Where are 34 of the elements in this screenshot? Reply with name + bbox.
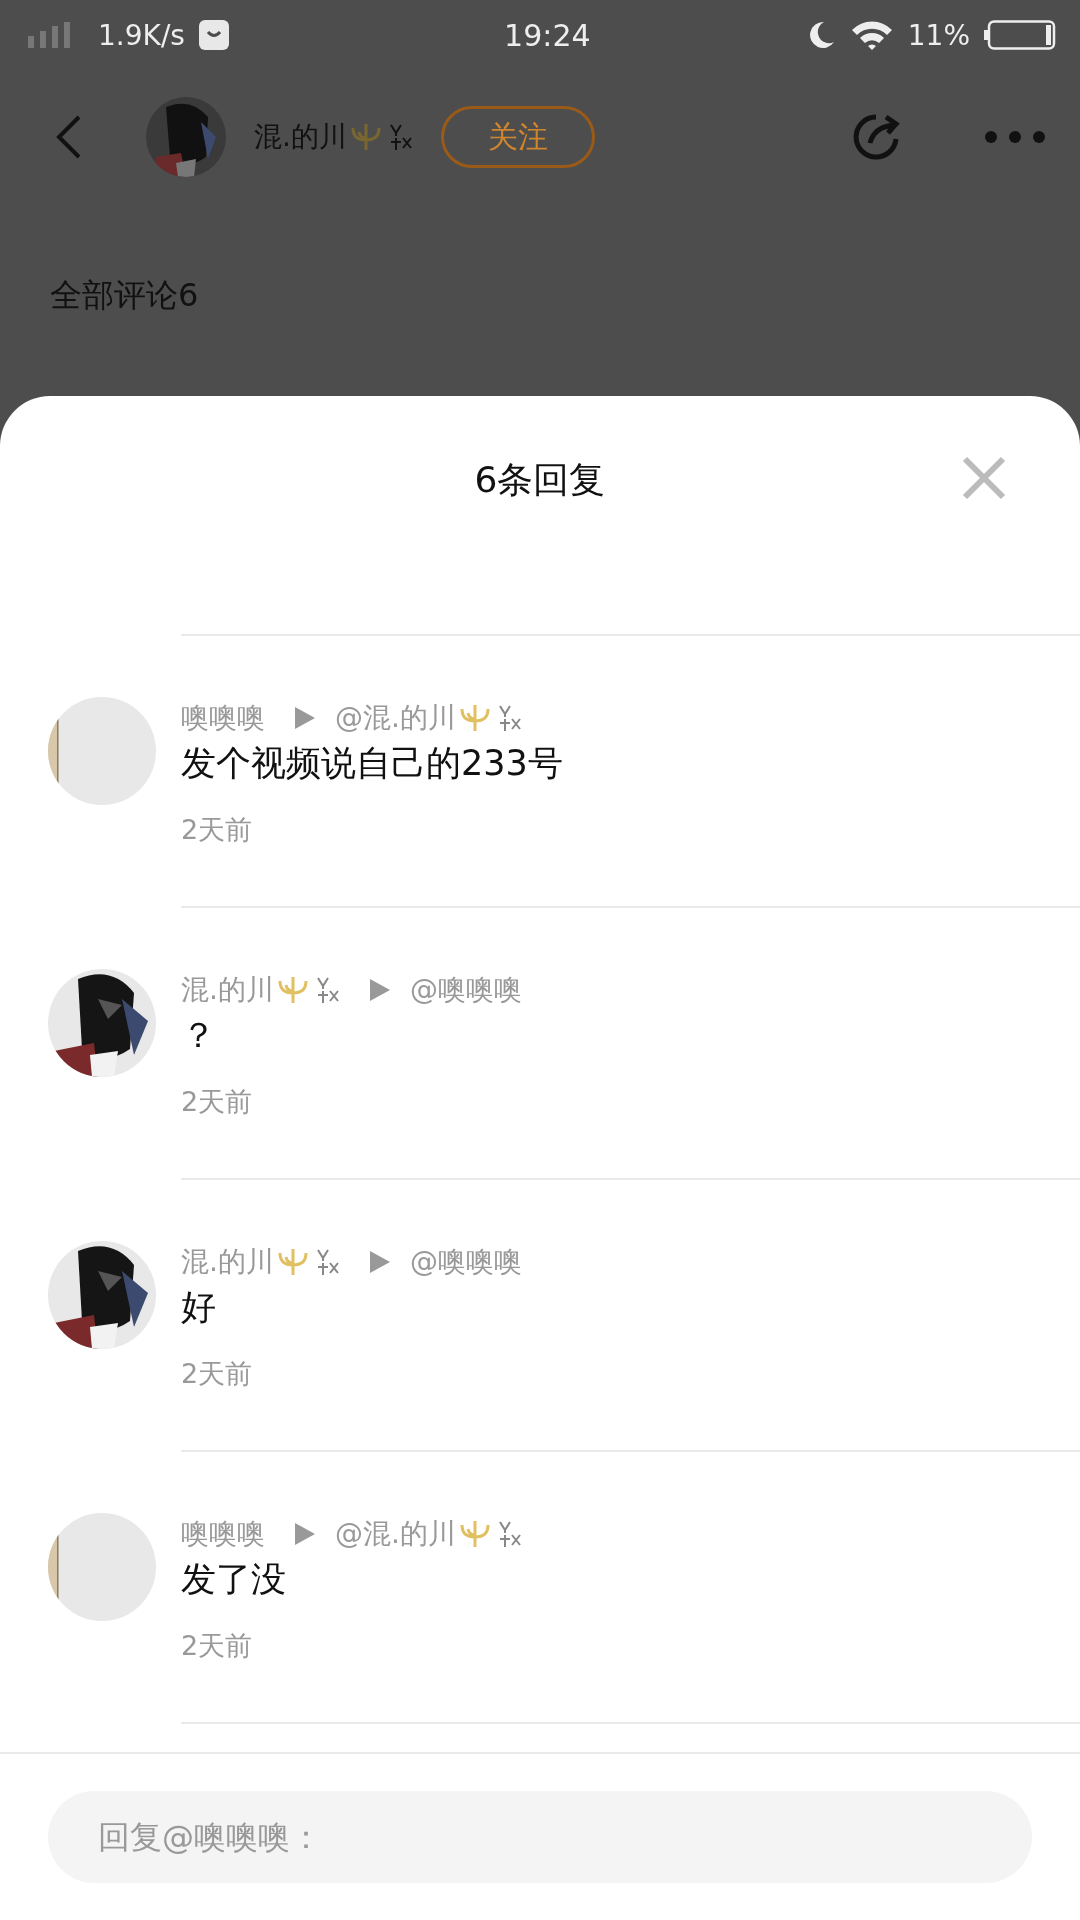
battery-icon (984, 20, 1056, 50)
reply-author[interactable]: 噢噢噢 (181, 699, 265, 737)
reply-time: 2天前 (181, 1630, 253, 1661)
reply-author[interactable]: 噢噢噢 (181, 1515, 265, 1553)
signal-icon (28, 22, 70, 48)
reply-arrow-icon (369, 1251, 390, 1273)
comments-heading: 全部评论6 (49, 275, 200, 316)
reply-arrow-icon (295, 707, 315, 729)
battery-percent: 11% (907, 18, 970, 52)
reply-time: 2天前 (181, 1086, 253, 1117)
reply-target[interactable]: @噢噢噢 (409, 971, 522, 1009)
reply-author[interactable]: 混.的川 (181, 971, 274, 1009)
reply-text: 发了没 (181, 1558, 287, 1601)
close-icon[interactable] (962, 456, 1006, 500)
follow-button[interactable]: 关注 (440, 106, 595, 168)
reply-target[interactable]: @混.的川 (335, 699, 456, 737)
status-time: 19:24 (503, 17, 592, 53)
reply-time: 2天前 (181, 1358, 253, 1389)
reply-arrow-icon (369, 979, 390, 1001)
reply-input-field[interactable]: 回复@噢噢噢： (48, 1791, 1032, 1883)
reply-author[interactable]: 混.的川 (181, 1243, 274, 1281)
more-icon[interactable] (984, 130, 1046, 144)
reply-text: 好 (181, 1286, 217, 1329)
sheet-title: 6条回复 (474, 458, 606, 500)
reply-arrow-icon (295, 1523, 315, 1545)
back-icon[interactable] (56, 115, 82, 159)
reply-text: ？ (181, 1014, 217, 1057)
reply-target[interactable]: @噢噢噢 (409, 1243, 522, 1281)
reply-time: 2天前 (181, 814, 253, 845)
reply-target[interactable]: @混.的川 (335, 1515, 456, 1553)
network-speed: 1.9K/s (98, 18, 185, 52)
username: 混.的川 (254, 119, 347, 155)
shopping-bag-icon (198, 20, 229, 50)
reply-text: 发个视频说自己的233号 (181, 742, 564, 785)
